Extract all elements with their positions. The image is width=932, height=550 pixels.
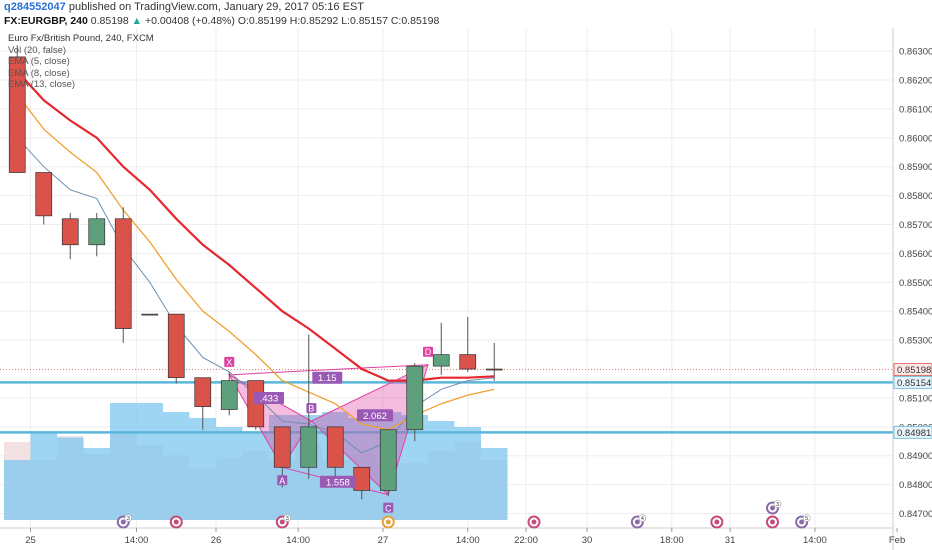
event-badge-count: 4 [641,516,644,522]
price-axis: 0.86300 0.86200 0.86100 0.86000 0.85900 0.858… [892,28,932,550]
candle-body [459,354,477,370]
pattern-point-label: C [385,503,392,513]
event-uk-dot [531,519,537,525]
volume-bar [242,433,269,520]
last-price-label: 0.85198 [897,365,931,376]
legend-item-volume[interactable]: Vol (20, false) [8,45,154,57]
event-eu-dot [385,519,391,525]
legend-title: Euro Fx/British Pound, 240, FXCM [8,33,154,44]
price-tick-label: 0.84900 [899,451,932,462]
event-uk-dot [714,519,720,525]
event-badge-count: 3 [776,502,779,508]
price-tick-label: 0.85300 [899,336,932,347]
legend-item-ema13[interactable]: EMA (13, close) [8,79,154,91]
volume-bar [481,448,508,520]
candle-body [273,426,291,468]
candle-body [88,218,106,246]
volume-bar [136,403,163,520]
candle-body [300,426,318,468]
legend-item-ema8[interactable]: EMA (8, close) [8,68,154,80]
event-badge-count: 3 [286,516,289,522]
price-tick-label: 0.85600 [899,249,932,260]
candle-body [35,172,53,217]
volume-bar [30,433,57,520]
time-tick-label: 27 [378,535,389,546]
candle-body [220,380,238,410]
candle-body [432,354,450,367]
ratio-label: .433 [260,393,279,404]
event-uk-dot [173,519,179,525]
price-tick-label: 0.86100 [899,104,932,115]
candle-body [379,429,397,491]
candle-body [326,426,344,468]
price-tick-label: 0.85500 [899,278,932,289]
ratio-label: 1.558 [326,477,350,488]
volume-bar [216,427,243,520]
candle-body [194,377,212,407]
volume-bar [110,403,137,520]
event-uk-dot [770,519,775,525]
hline-price-label: 0.84981 [897,428,931,439]
price-tick-label: 0.86000 [899,133,932,144]
price-tick-label: 0.84700 [899,509,932,520]
time-tick-label: Feb [889,535,905,546]
pattern-point-label: X [226,357,232,367]
event-uk-dot [279,519,285,525]
candle-body [61,218,79,246]
time-axis: 25 14:00 26 14:00 27 14:00 22:00 30 18:00 31 14:00… [0,527,905,546]
volume-bar [83,448,110,520]
event-flag-dot [799,519,805,525]
event-badge-count: 5 [805,516,808,522]
time-tick-label: 14:00 [286,535,310,546]
time-tick-label: 14:00 [125,535,149,546]
indicator-legend: Euro Fx/British Pound, 240, FXCM Vol (20… [8,33,154,91]
price-tick-label: 0.86200 [899,76,932,87]
event-flag-dot [120,519,126,525]
price-tick-label: 0.85900 [899,162,932,173]
candle-body [167,313,185,379]
time-tick-label: 18:00 [660,535,684,546]
candle-body [353,466,371,491]
event-flag-dot [770,505,775,511]
candle-body [485,368,503,371]
pattern-point-label: B [308,404,314,414]
volume-bar [428,421,455,520]
price-tick-label: 0.85400 [899,307,932,318]
event-badge-count: 3 [127,516,130,522]
legend-item-ema5[interactable]: EMA (5, close) [8,56,154,68]
volume-bar [454,427,481,520]
time-tick-label: 31 [725,535,736,546]
time-tick-label: 22:00 [514,535,538,546]
price-tick-label: 0.85800 [899,191,932,202]
candle-body [406,365,424,431]
volume-bar [163,412,190,520]
candle-body [114,218,132,329]
candle-body [141,313,159,316]
time-tick-label: 25 [25,535,36,546]
price-tick-label: 0.85700 [899,220,932,231]
time-tick-label: 30 [582,535,593,546]
volume-bar [57,437,84,520]
time-tick-label: 26 [211,535,222,546]
price-tick-label: 0.85100 [899,393,932,404]
volume-bar [4,460,31,520]
ratio-label: 1.15 [318,373,337,384]
time-tick-label: 14:00 [803,535,827,546]
pattern-point-label: A [279,476,285,486]
ratio-label: 2.062 [363,411,387,422]
event-flag-dot [634,519,640,525]
price-tick-label: 0.86300 [899,47,932,58]
time-tick-label: 14:00 [456,535,480,546]
pattern-point-label: D [425,347,432,357]
price-tick-label: 0.84800 [899,480,932,491]
hline-price-label: 0.85154 [897,378,931,389]
